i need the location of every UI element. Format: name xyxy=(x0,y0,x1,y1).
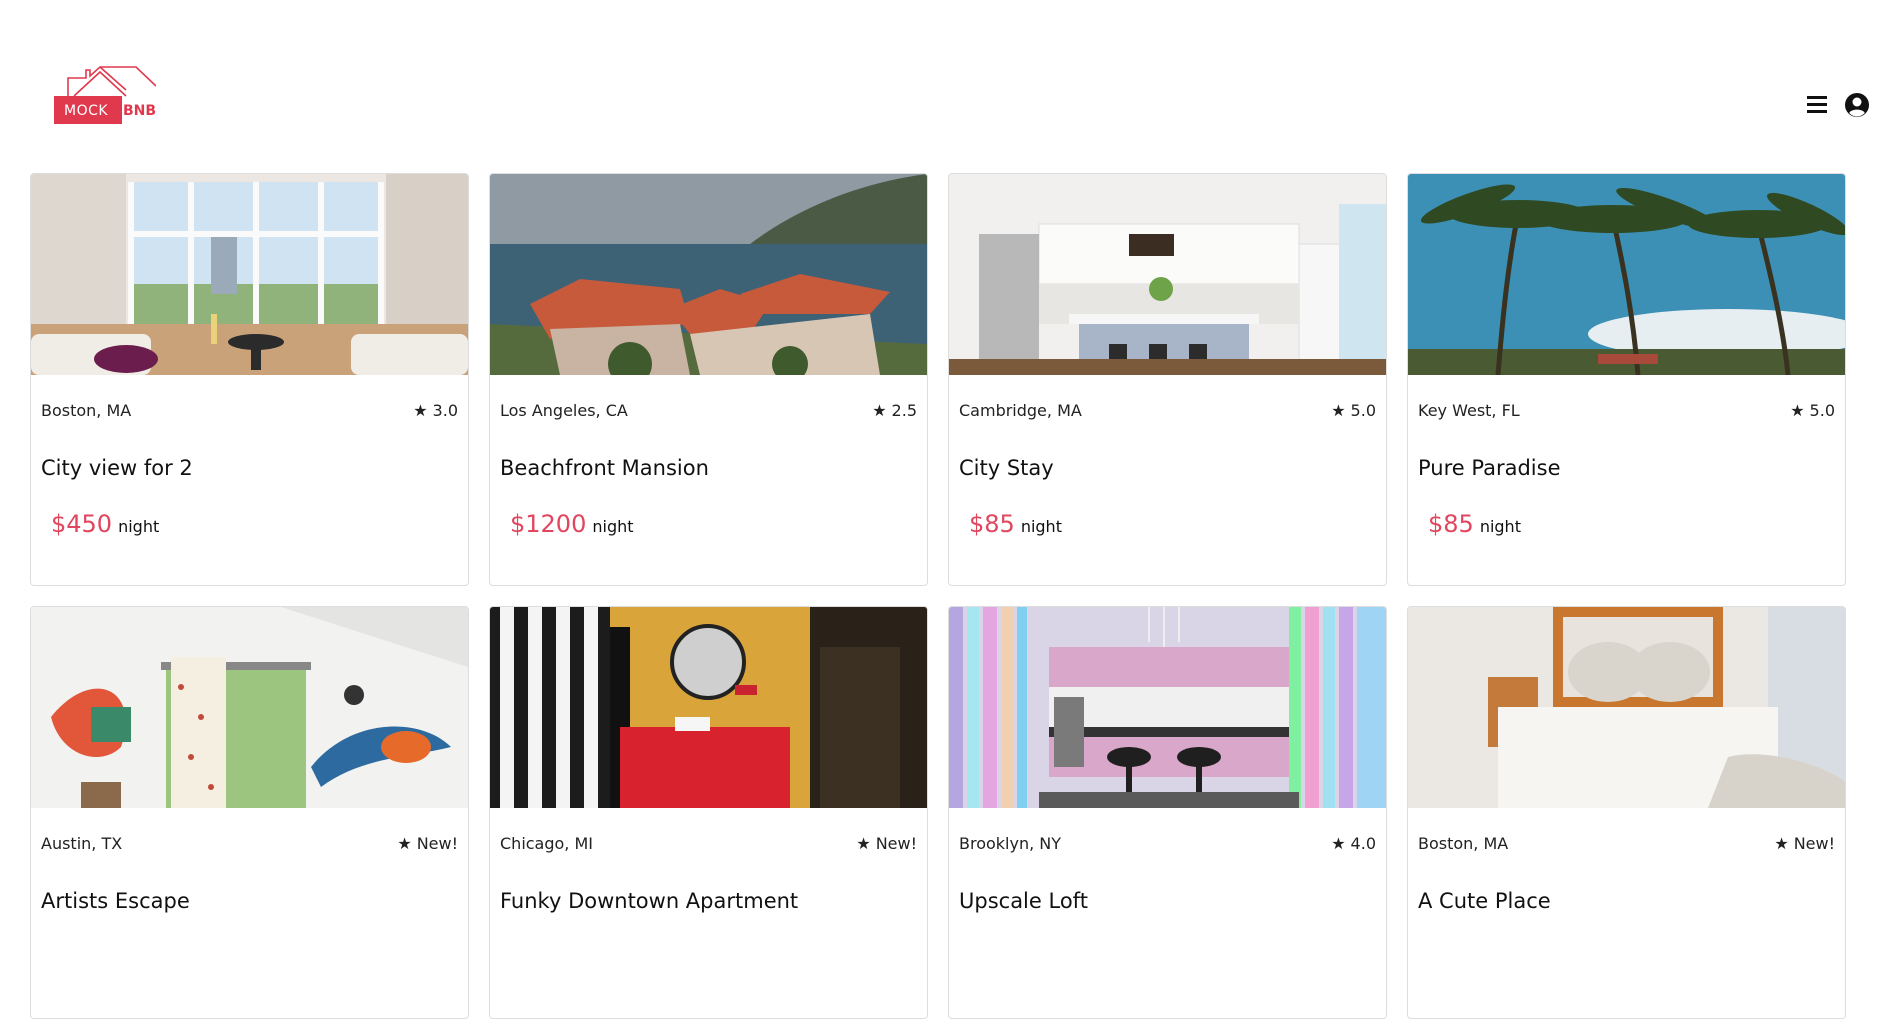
listing-image xyxy=(1408,607,1845,808)
listing-price: $1200 night xyxy=(510,510,907,538)
price-amount: $85 xyxy=(969,510,1015,538)
listing-price: $85 night xyxy=(969,510,1366,538)
listing-rating: ★ New! xyxy=(856,834,917,853)
listing-title: Artists Escape xyxy=(41,889,190,913)
listing-rating: ★ 5.0 xyxy=(1331,401,1376,420)
listing-rating: ★ New! xyxy=(1774,834,1835,853)
logo-text-bnb: BNB xyxy=(123,103,157,119)
rating-value: 3.0 xyxy=(432,401,458,420)
listing-rating: ★ 5.0 xyxy=(1790,401,1835,420)
rating-value: New! xyxy=(1793,834,1835,853)
rating-value: 4.0 xyxy=(1350,834,1376,853)
listing-card[interactable]: Cambridge, MA ★ 5.0 City Stay $85 night xyxy=(948,173,1387,586)
star-icon: ★ xyxy=(413,401,428,420)
listing-location: Brooklyn, NY xyxy=(959,834,1062,853)
star-icon: ★ xyxy=(1790,401,1805,420)
house-roof-icon xyxy=(67,66,156,97)
listing-image xyxy=(949,607,1386,808)
price-unit: night xyxy=(1020,517,1062,536)
listing-price: $450 night xyxy=(51,510,448,538)
listing-card[interactable]: Chicago, MI ★ New! Funky Downtown Apartme… xyxy=(489,606,928,1019)
listing-title: City Stay xyxy=(959,456,1054,480)
star-icon: ★ xyxy=(1331,401,1346,420)
listing-location: Key West, FL xyxy=(1418,401,1520,420)
star-icon: ★ xyxy=(1774,834,1789,853)
listing-title: A Cute Place xyxy=(1418,889,1551,913)
price-amount: $450 xyxy=(51,510,113,538)
logo-text-mock: MOCK xyxy=(64,103,109,119)
listing-card[interactable]: Boston, MA ★ New! A Cute Place xyxy=(1407,606,1846,1019)
hamburger-menu-icon[interactable] xyxy=(1806,94,1828,116)
listing-card[interactable]: Boston, MA ★ 3.0 City view for 2 $450 nig… xyxy=(30,173,469,586)
listing-rating: ★ 3.0 xyxy=(413,401,458,420)
listing-image xyxy=(490,174,927,375)
listing-image xyxy=(490,607,927,808)
listing-card[interactable]: Austin, TX ★ New! Artists Escape xyxy=(30,606,469,1019)
user-circle-icon[interactable] xyxy=(1844,92,1870,118)
rating-value: 5.0 xyxy=(1809,401,1835,420)
listing-rating: ★ 4.0 xyxy=(1331,834,1376,853)
listing-image xyxy=(1408,174,1845,375)
listing-title: Pure Paradise xyxy=(1418,456,1561,480)
listing-rating: ★ New! xyxy=(397,834,458,853)
listing-image xyxy=(31,607,468,808)
price-unit: night xyxy=(1479,517,1521,536)
listing-title: City view for 2 xyxy=(41,456,193,480)
mockbnb-logo[interactable]: MOCK BNB xyxy=(54,66,156,128)
price-unit: night xyxy=(592,517,634,536)
listing-card[interactable]: Brooklyn, NY ★ 4.0 Upscale Loft xyxy=(948,606,1387,1019)
star-icon: ★ xyxy=(1331,834,1346,853)
listing-location: Boston, MA xyxy=(1418,834,1509,853)
listing-location: Los Angeles, CA xyxy=(500,401,628,420)
star-icon: ★ xyxy=(856,834,871,853)
listing-location: Cambridge, MA xyxy=(959,401,1082,420)
listing-rating: ★ 2.5 xyxy=(872,401,917,420)
star-icon: ★ xyxy=(397,834,412,853)
listing-image xyxy=(31,174,468,375)
price-unit: night xyxy=(118,517,160,536)
listing-price: $85 night xyxy=(1428,510,1825,538)
listing-location: Chicago, MI xyxy=(500,834,593,853)
rating-value: 2.5 xyxy=(891,401,917,420)
listing-location: Boston, MA xyxy=(41,401,132,420)
listing-image xyxy=(949,174,1386,375)
price-amount: $85 xyxy=(1428,510,1474,538)
listing-card[interactable]: Key West, FL ★ 5.0 Pure Paradise $85 nigh… xyxy=(1407,173,1846,586)
rating-value: New! xyxy=(875,834,917,853)
listing-title: Upscale Loft xyxy=(959,889,1088,913)
listing-card[interactable]: Los Angeles, CA ★ 2.5 Beachfront Mansion … xyxy=(489,173,928,586)
listing-location: Austin, TX xyxy=(41,834,123,853)
rating-value: 5.0 xyxy=(1350,401,1376,420)
header: MOCK BNB xyxy=(0,0,1895,170)
listings-grid: Boston, MA ★ 3.0 City view for 2 $450 nig… xyxy=(30,173,1846,1019)
listing-title: Beachfront Mansion xyxy=(500,456,709,480)
price-amount: $1200 xyxy=(510,510,587,538)
star-icon: ★ xyxy=(872,401,887,420)
rating-value: New! xyxy=(416,834,458,853)
header-icons xyxy=(1806,92,1870,118)
listing-title: Funky Downtown Apartment xyxy=(500,889,799,913)
